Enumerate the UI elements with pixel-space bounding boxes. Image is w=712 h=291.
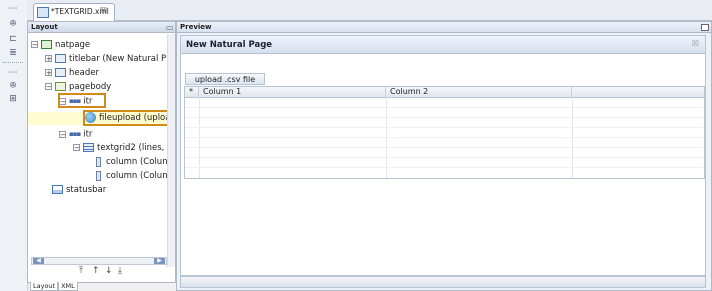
textgrid-icon [83,143,94,152]
tree-item-titlebar[interactable]: + titlebar (New Natural P [45,53,166,65]
grid-row-line [185,127,704,128]
close-icon[interactable]: ☒ [100,6,107,15]
tree-item-textgrid2[interactable]: − textgrid2 (lines, [73,142,164,154]
xml-file-icon [37,7,49,18]
tree-item-statusbar[interactable]: statusbar [52,184,106,196]
move-up-icon[interactable]: ↑ [92,266,100,276]
tree-horizontal-scrollbar[interactable]: ◀ ▶ [31,257,167,265]
grid-row-line [185,137,704,138]
grid-row-line [185,157,704,158]
column-icon [96,156,101,167]
preview-panel: Preview New Natural Page ☒ upload .csv f… [176,21,712,291]
move-bottom-icon[interactable]: ⤓ [118,266,122,276]
collapse-toggle-icon[interactable]: − [73,144,80,152]
grid-column-header[interactable]: Column 2 [386,87,572,97]
tree-item-label: statusbar [66,185,107,195]
tree-item-label: natpage [55,40,91,50]
left-toolbar: ⋯ ꔮ ⊏ ≣ ⋯ ꔮ ⊞ [0,0,28,291]
page-title: New Natural Page [186,40,273,50]
layout-bottom-tabs: Layout XML [30,282,78,291]
editor-tab-bar: *TEXTGRID.xml ☒ [27,0,712,21]
grid-marker-cell: * [185,87,199,97]
tab-layout[interactable]: Layout [30,282,59,291]
toolbar-divider [3,62,23,63]
tree-item-label: column (Colun [106,157,168,167]
scroll-left-icon[interactable]: ◀ [33,258,44,264]
tree-item-natpage[interactable]: − natpage [31,39,90,51]
minimize-icon[interactable]: ▭ [166,23,174,32]
page-body: upload .csv file * Column 1 Column 2 [180,54,706,276]
tree-item-pagebody[interactable]: − pagebody [45,81,111,93]
itr-row-icon: ▪▪▪ [69,130,81,138]
titlebar-icon [55,54,66,63]
move-top-icon[interactable]: ⤒ [79,266,83,276]
hierarchy-icon[interactable]: ꔮ [5,17,21,31]
tab-xml[interactable]: XML [58,282,78,291]
tree-item-itr-2[interactable]: − ▪▪▪ itr [59,128,92,140]
highlight-box-itr [58,93,106,108]
statusbar-icon [52,185,63,194]
preview-panel-title-label: Preview [180,23,212,31]
page-icon [41,40,52,49]
pagebody-icon [55,82,66,91]
tree-item-label: header [69,68,99,78]
collapse-toggle-icon[interactable]: − [31,41,38,49]
collapse-toggle-icon[interactable]: − [45,83,52,91]
grid-column-header[interactable]: Column 1 [199,87,386,97]
expand-toggle-icon[interactable]: + [45,69,52,77]
tree-item-label: titlebar (New Natural P [69,54,167,64]
tree-item-column-1[interactable]: column (Colun [94,156,168,168]
grid-row-line [185,147,704,148]
collapse-toggle-icon[interactable]: − [59,130,66,138]
tree-item-header[interactable]: + header [45,67,99,79]
editor-tab-textgrid[interactable]: *TEXTGRID.xml ☒ [33,3,115,21]
list-icon[interactable]: ≣ [5,46,21,60]
column-icon [96,170,101,181]
tree-vertical-scrollbar[interactable] [167,34,175,267]
tree-item-label: itr [83,129,93,140]
tree-item-label: pagebody [69,82,112,92]
dots-handle-icon[interactable]: ⋯ [5,66,21,80]
grid-header: * Column 1 Column 2 [185,87,704,98]
hierarchy-icon[interactable]: ꔮ [5,79,21,93]
scroll-right-icon[interactable]: ▶ [154,258,165,264]
expand-toggle-icon[interactable]: + [45,55,52,63]
tree-item-label: textgrid2 (lines, [97,143,165,153]
highlight-box-fileupload [83,110,172,126]
grid-row-line [185,167,704,168]
upload-csv-button[interactable]: upload .csv file [185,73,265,85]
tree-item-column-2[interactable]: column (Colun [94,170,168,182]
page-titlebar: New Natural Page ☒ [180,35,706,54]
move-down-icon[interactable]: ↓ [105,266,113,276]
page-statusbar [180,276,706,288]
grid-row-line [185,117,704,118]
layout-panel-title-label: Layout [31,23,58,31]
tree-item-label: column (Colun [106,171,168,181]
component-icon[interactable]: ⊞ [5,92,21,106]
text-grid[interactable]: * Column 1 Column 2 [184,86,705,179]
header-icon [55,68,66,77]
close-icon[interactable]: ☒ [692,39,699,48]
collapse-icon[interactable]: ⊏ [5,32,21,46]
maximize-icon[interactable] [701,24,709,31]
grid-row-line [185,107,704,108]
layout-panel-title: Layout ▭ [28,22,175,33]
layout-panel: Layout ▭ − natpage + titlebar (New Natural… [27,21,176,283]
preview-panel-title: Preview [177,22,711,33]
dots-handle-icon[interactable]: ⋯ [5,2,21,16]
